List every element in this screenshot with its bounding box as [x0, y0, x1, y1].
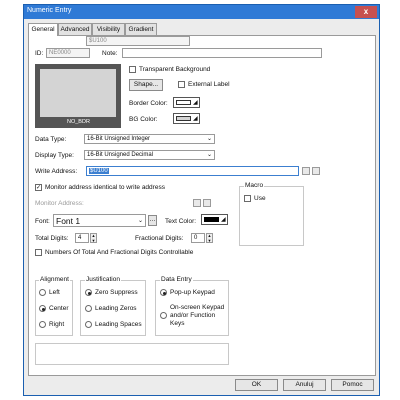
- chevron-down-icon: ⌄: [137, 218, 143, 224]
- alignment-title: Alignment: [39, 276, 70, 283]
- macro-use-label: Use: [254, 195, 266, 202]
- bg-color-picker[interactable]: ◢: [173, 113, 200, 124]
- total-digits-field[interactable]: 4: [75, 233, 89, 243]
- leading-spaces-label: Leading Spaces: [95, 321, 142, 328]
- display-type-select[interactable]: 16-Bit Unsigned Decimal ⌄: [84, 150, 215, 160]
- text-color-picker[interactable]: ◢: [201, 214, 228, 225]
- popup-keypad-label: Pop-up Keypad: [170, 289, 215, 296]
- digits-controllable-checkbox[interactable]: [35, 249, 42, 256]
- alignment-center-label: Center: [49, 305, 69, 312]
- tab-general[interactable]: General: [28, 23, 58, 36]
- font-label: Font:: [35, 218, 50, 225]
- id-field[interactable]: NE0000: [46, 48, 90, 58]
- display-type-label: Display Type:: [35, 152, 74, 159]
- leading-spaces-radio[interactable]: [85, 321, 92, 328]
- popup-keypad-radio[interactable]: [160, 289, 167, 296]
- tag-icon[interactable]: [203, 199, 211, 207]
- dropdown-arrow-icon: ◢: [193, 116, 198, 122]
- alignment-right-label: Right: [49, 321, 65, 328]
- dropdown-arrow-icon: ◢: [221, 217, 226, 223]
- alignment-left-radio[interactable]: [39, 289, 46, 296]
- monitor-identical-checkbox[interactable]: ✓: [35, 184, 42, 191]
- onscreen-keypad-radio[interactable]: [160, 312, 167, 319]
- data-type-label: Data Type:: [35, 136, 67, 143]
- fractional-digits-spinner[interactable]: ▲ ▼: [206, 233, 213, 243]
- preview-fill: [40, 69, 116, 117]
- transparent-bg-label: Transparent Background: [139, 66, 211, 73]
- leading-zeros-radio[interactable]: [85, 305, 92, 312]
- zero-suppress-label: Zero Suppress: [95, 289, 138, 296]
- external-label-text: External Label: [188, 81, 230, 88]
- description-box: [35, 343, 229, 365]
- total-digits-spinner[interactable]: ▲ ▼: [90, 233, 97, 243]
- transparent-bg-checkbox[interactable]: [129, 66, 136, 73]
- address-picker-icon[interactable]: [193, 199, 201, 207]
- data-entry-title: Data Entry: [160, 276, 193, 283]
- text-color-label: Text Color:: [165, 218, 197, 225]
- cancel-button[interactable]: Anuluj: [283, 379, 326, 391]
- preview-frame: NO_BDR: [35, 64, 121, 128]
- title-bar[interactable]: Numeric Entry x: [24, 5, 379, 19]
- macro-title: Macro: [244, 182, 265, 189]
- alignment-left-label: Left: [49, 289, 60, 296]
- zero-suppress-radio[interactable]: [85, 289, 92, 296]
- text-color-swatch: [204, 217, 219, 222]
- tag-icon[interactable]: [312, 167, 320, 175]
- data-type-select[interactable]: 16-Bit Unsigned Integer ⌄: [84, 134, 215, 144]
- alignment-center-radio[interactable]: [39, 305, 46, 312]
- data-type-value: 16-Bit Unsigned Integer: [87, 136, 151, 142]
- help-button[interactable]: Pomoc: [331, 379, 374, 391]
- digits-controllable-label: Numbers Of Total And Fractional Digits C…: [45, 249, 194, 256]
- dropdown-arrow-icon: ◢: [193, 100, 198, 106]
- bg-color-swatch: [176, 116, 191, 121]
- leading-zeros-label: Leading Zeros: [95, 305, 137, 312]
- border-color-swatch: [176, 100, 191, 105]
- font-browse-button[interactable]: …: [148, 215, 157, 226]
- monitor-address-field[interactable]: $U100: [86, 36, 190, 46]
- ok-button[interactable]: OK: [235, 379, 278, 391]
- tab-gradient[interactable]: Gradient: [125, 23, 157, 35]
- window-title: Numeric Entry: [27, 7, 72, 14]
- font-select[interactable]: Font 1 ⌄: [53, 214, 146, 227]
- write-address-label: Write Address:: [35, 168, 78, 175]
- monitor-identical-label: Monitor address identical to write addre…: [45, 184, 165, 191]
- tab-visibility[interactable]: Visibility: [92, 23, 125, 35]
- write-address-field[interactable]: $U100: [86, 166, 299, 176]
- fractional-digits-label: Fractional Digits:: [135, 235, 184, 242]
- external-label-checkbox[interactable]: [178, 81, 185, 88]
- alignment-right-radio[interactable]: [39, 321, 46, 328]
- bg-color-label: BG Color:: [129, 116, 158, 123]
- border-color-label: Border Color:: [129, 100, 168, 107]
- border-color-picker[interactable]: ◢: [173, 97, 200, 108]
- onscreen-keypad-label: On-screen Keypad and/or Function Keys: [170, 304, 225, 327]
- justification-title: Justification: [85, 276, 121, 283]
- address-picker-icon[interactable]: [302, 167, 310, 175]
- chevron-down-icon: ⌄: [206, 152, 212, 158]
- id-label: ID:: [35, 50, 44, 57]
- note-field[interactable]: [122, 48, 322, 58]
- monitor-address-label: Monitor Address:: [35, 200, 84, 207]
- tab-advanced[interactable]: Advanced: [58, 23, 92, 35]
- note-label: Note:: [102, 50, 118, 57]
- shape-button[interactable]: Shape...: [129, 79, 163, 91]
- fractional-digits-field[interactable]: 0: [191, 233, 205, 243]
- general-panel: ID: NE0000 Note: NO_BDR Transparent Back…: [28, 35, 376, 376]
- write-address-value: $U100: [89, 168, 109, 174]
- display-type-value: 16-Bit Unsigned Decimal: [87, 152, 154, 158]
- close-button[interactable]: x: [355, 6, 377, 18]
- total-digits-label: Total Digits:: [35, 235, 69, 242]
- font-value: Font 1: [56, 216, 81, 226]
- preview-caption: NO_BDR: [67, 119, 90, 125]
- macro-use-checkbox[interactable]: [244, 195, 251, 202]
- chevron-down-icon: ⌄: [206, 136, 212, 142]
- numeric-entry-dialog: Numeric Entry x General Advanced Visibil…: [23, 4, 380, 396]
